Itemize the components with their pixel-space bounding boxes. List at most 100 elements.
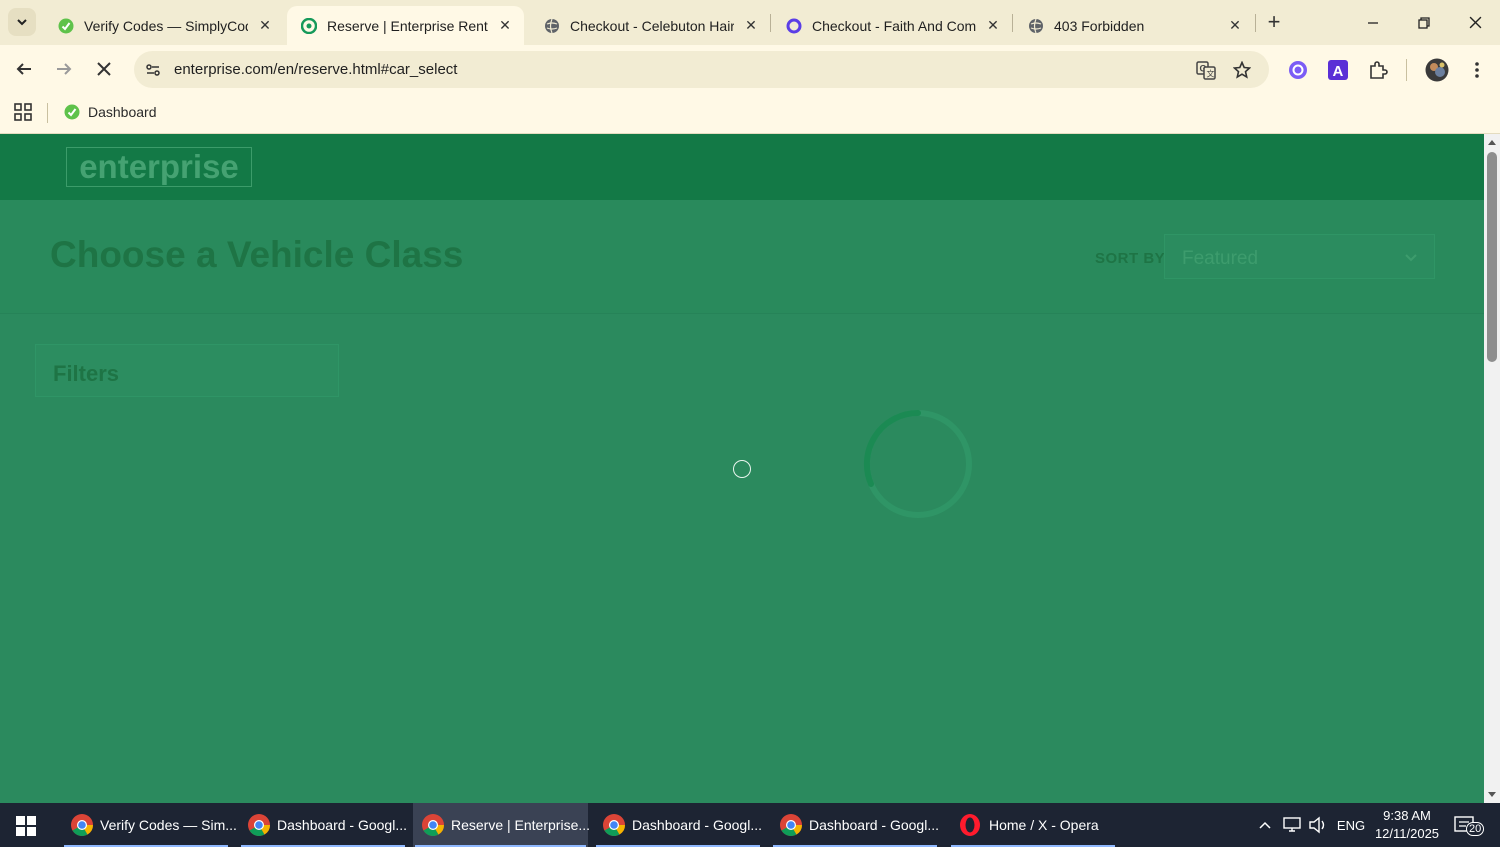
tab-reserve-enterprise[interactable]: Reserve | Enterprise Rent-A-Car ✕: [287, 6, 524, 45]
restore-icon: [1418, 16, 1430, 29]
arrow-left-icon: [16, 63, 31, 75]
letter-a-icon: A: [1328, 60, 1348, 80]
sort-by-value: Featured: [1182, 248, 1259, 269]
translate-button[interactable]: G文: [1194, 58, 1218, 82]
taskbar-item[interactable]: Reserve | Enterprise...: [413, 803, 591, 847]
taskbar-item[interactable]: Dashboard - Googl...: [771, 803, 939, 847]
back-button[interactable]: [8, 53, 40, 85]
extension-button[interactable]: [1287, 59, 1309, 81]
site-header: enterprise: [0, 134, 1484, 200]
simplycodes-icon: [58, 18, 74, 34]
d-logo-icon: [786, 18, 802, 34]
filters-panel[interactable]: Filters: [35, 344, 339, 397]
tab-faith-comfort-checkout[interactable]: Checkout - Faith And Comfort ✕: [772, 6, 1012, 45]
minimize-button[interactable]: [1348, 0, 1398, 45]
show-hidden-icons-button[interactable]: [1254, 803, 1276, 847]
new-tab-button[interactable]: +: [1262, 9, 1286, 34]
opera-icon: [957, 812, 983, 838]
taskbar-item-label: Reserve | Enterprise...: [451, 817, 591, 833]
plus-icon: +: [1267, 9, 1281, 34]
bookmark-label: Dashboard: [88, 104, 157, 120]
arrow-right-icon: [57, 63, 72, 75]
enterprise-logo[interactable]: enterprise: [66, 147, 252, 187]
chrome-icon: [602, 812, 626, 838]
close-icon[interactable]: ✕: [496, 17, 514, 35]
network-button[interactable]: [1280, 803, 1304, 847]
tab-title: Verify Codes — SimplyCodes: [84, 17, 248, 34]
notification-center-button[interactable]: 20: [1454, 813, 1488, 839]
globe-icon: [1028, 18, 1044, 34]
taskbar-item-label: Dashboard - Googl...: [277, 817, 407, 833]
address-bar[interactable]: enterprise.com/en/reserve.html#car_selec…: [134, 51, 1269, 88]
taskbar-item-label: Verify Codes — Sim...: [100, 817, 237, 833]
cursor-icon: [733, 460, 751, 478]
bookmarks-divider: [47, 103, 48, 123]
taskbar-item[interactable]: Dashboard - Googl...: [239, 803, 407, 847]
scroll-down-arrow-icon[interactable]: [1487, 791, 1497, 799]
filters-heading: Filters: [53, 361, 120, 386]
taskbar-item-label: Dashboard - Googl...: [632, 817, 762, 833]
close-icon[interactable]: ✕: [256, 17, 274, 35]
restore-button[interactable]: [1399, 0, 1449, 45]
sort-by-label: SORT BY: [1095, 250, 1166, 267]
windows-logo-icon: [16, 816, 36, 836]
loading-spinner-icon: [863, 409, 972, 518]
taskbar-item[interactable]: Dashboard - Googl...: [594, 803, 762, 847]
taskbar-item-label: Dashboard - Googl...: [809, 817, 939, 833]
clock-time: 9:38 AM: [1383, 808, 1431, 823]
tab-title: Checkout - Faith And Comfort: [812, 17, 976, 34]
close-icon: [97, 62, 111, 76]
speaker-icon: [1309, 816, 1325, 834]
language-label: ENG: [1336, 817, 1366, 833]
scroll-up-arrow-icon[interactable]: [1487, 138, 1497, 146]
browser-toolbar: enterprise.com/en/reserve.html#car_selec…: [0, 45, 1500, 93]
close-icon: [1469, 16, 1481, 29]
tab-title: Checkout - Celebuton Hair: [570, 17, 734, 34]
chrome-icon: [421, 812, 445, 838]
page-scrollbar[interactable]: [1484, 134, 1500, 803]
tab-title: Reserve | Enterprise Rent-A-Car: [327, 17, 488, 34]
taskbar-item[interactable]: Home / X - Opera: [949, 803, 1117, 847]
enterprise-icon: [301, 17, 317, 34]
extensions-menu-button[interactable]: [1367, 59, 1389, 81]
tab-strip: Verify Codes — SimplyCodes ✕ Reserve | E…: [0, 0, 1500, 45]
star-icon: [1233, 61, 1251, 79]
chrome-icon: [70, 812, 94, 838]
chrome-icon: [247, 812, 271, 838]
close-window-button[interactable]: [1450, 0, 1500, 45]
close-icon[interactable]: ✕: [742, 17, 760, 35]
profile-avatar[interactable]: [1424, 57, 1450, 83]
site-info-icon[interactable]: [142, 59, 164, 81]
url-text: enterprise.com/en/reserve.html#car_selec…: [174, 61, 458, 78]
bookmark-dashboard[interactable]: Dashboard: [64, 101, 157, 123]
close-icon[interactable]: ✕: [984, 17, 1002, 35]
extension-button[interactable]: A: [1327, 59, 1349, 81]
tab-separator: [1255, 14, 1256, 32]
svg-text:文: 文: [1207, 69, 1215, 79]
apps-grid-icon[interactable]: [13, 102, 33, 122]
close-icon[interactable]: ✕: [1226, 17, 1244, 35]
forward-button[interactable]: [48, 53, 80, 85]
stop-loading-button[interactable]: [88, 53, 120, 85]
browser-menu-button[interactable]: [1466, 59, 1488, 81]
taskbar-item-label: Home / X - Opera: [989, 817, 1099, 833]
bookmark-star-button[interactable]: [1230, 58, 1254, 82]
clock[interactable]: 9:38 AM 12/11/2025: [1372, 807, 1442, 843]
tab-verify-codes[interactable]: Verify Codes — SimplyCodes ✕: [44, 6, 284, 45]
chevron-down-icon: [17, 19, 27, 26]
sort-by-select[interactable]: Featured: [1164, 234, 1435, 279]
tab-search-button[interactable]: [8, 8, 36, 36]
clock-date: 12/11/2025: [1374, 826, 1440, 841]
start-button[interactable]: [8, 811, 44, 841]
tab-403-forbidden[interactable]: 403 Forbidden ✕: [1014, 6, 1254, 45]
volume-button[interactable]: [1306, 803, 1330, 847]
copilot-icon: [1289, 61, 1307, 79]
tab-celebuton-checkout[interactable]: Checkout - Celebuton Hair ✕: [530, 6, 770, 45]
taskbar-item[interactable]: Verify Codes — Sim...: [62, 803, 237, 847]
bookmarks-bar: Dashboard: [0, 93, 1500, 134]
translate-icon: G文: [1196, 61, 1216, 80]
network-icon: [1283, 817, 1301, 832]
scrollbar-thumb[interactable]: [1487, 152, 1497, 362]
chevron-up-icon: [1259, 821, 1271, 829]
language-indicator[interactable]: ENG: [1334, 803, 1368, 847]
